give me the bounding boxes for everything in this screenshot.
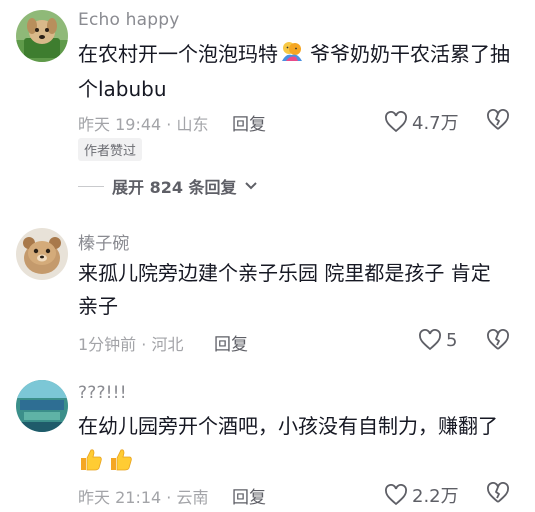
username[interactable]: Echo happy (78, 10, 180, 30)
comment-text-part-1: 在农村开一个泡泡玛特 (78, 42, 278, 66)
time-location: 昨天 21:14 · 云南 (78, 488, 209, 507)
thumbs-up-emoji (78, 446, 104, 482)
reply-button[interactable]: 回复 (214, 330, 248, 355)
dislike-button[interactable] (486, 109, 510, 131)
comment-text-line: 在幼儿园旁开个酒吧，小孩没有自制力，赚翻了 (78, 414, 498, 438)
like-count: 4.7万 (412, 113, 459, 134)
username[interactable]: 榛子碗 (78, 229, 130, 254)
divider-line (78, 185, 104, 187)
expand-replies-button[interactable]: 展开 824 条回复 (78, 174, 257, 198)
comment-text: 在幼儿园旁开个酒吧，小孩没有自制力，赚翻了 (78, 410, 518, 482)
thumbs-up-emoji (108, 446, 134, 482)
author-liked-badge: 作者赞过 (78, 138, 143, 161)
dislike-button[interactable] (486, 329, 510, 351)
broken-heart-icon (487, 109, 509, 130)
comment-text: 来孤儿院旁边建个亲子乐园 院里都是孩子 肯定亲子 (78, 261, 491, 318)
dislike-button[interactable] (486, 482, 510, 504)
like-button[interactable]: 5 (418, 329, 457, 351)
chevron-down-icon (244, 182, 257, 190)
like-count: 5 (446, 329, 458, 351)
like-button[interactable]: 4.7万 (384, 109, 459, 135)
heart-icon (419, 329, 441, 351)
avatar[interactable] (16, 228, 68, 280)
broken-heart-icon (487, 482, 509, 503)
heart-icon (385, 111, 407, 133)
expand-label: 展开 824 条回复 (112, 178, 237, 197)
reply-button[interactable]: 回复 (232, 110, 266, 135)
time-location: 1分钟前 · 河北 (78, 335, 184, 354)
emoji-row (78, 446, 518, 482)
couple-hug-emoji (280, 39, 304, 73)
avatar[interactable] (16, 10, 68, 62)
like-count: 2.2万 (412, 486, 459, 507)
like-button[interactable]: 2.2万 (384, 482, 459, 508)
avatar[interactable] (16, 380, 68, 432)
reply-button[interactable]: 回复 (232, 483, 266, 508)
comment-text: 在农村开一个泡泡玛特 爷爷奶奶干农活累了抽个labubu (78, 38, 518, 106)
time-location: 昨天 19:44 · 山东 (78, 115, 209, 134)
heart-icon (385, 484, 407, 506)
username[interactable]: ???!!! (78, 383, 127, 403)
broken-heart-icon (487, 329, 509, 350)
